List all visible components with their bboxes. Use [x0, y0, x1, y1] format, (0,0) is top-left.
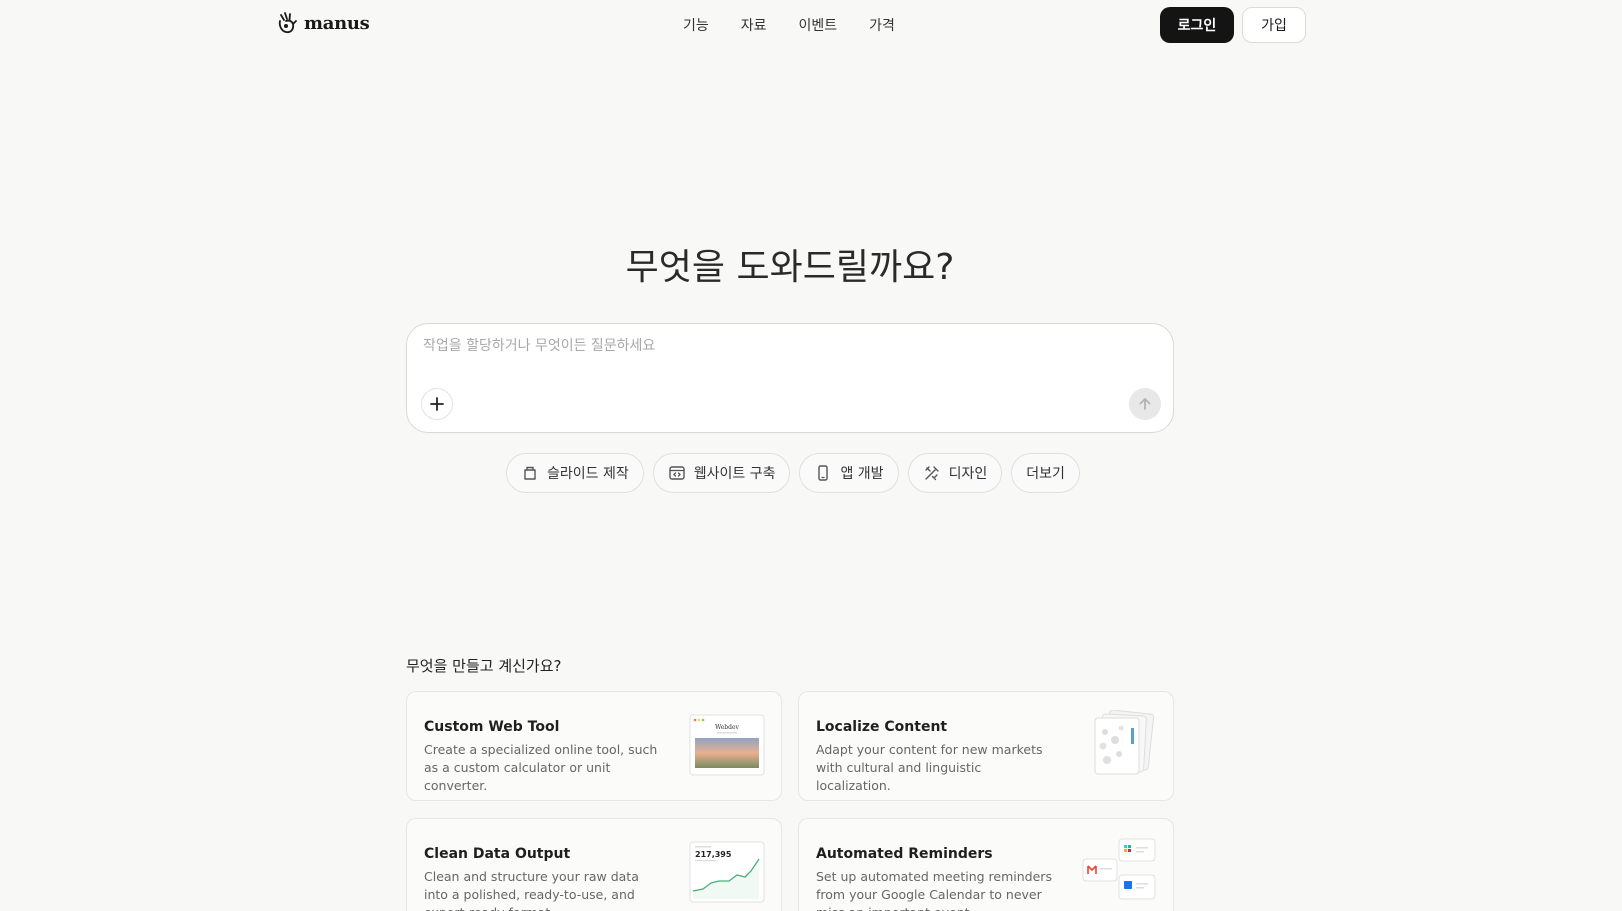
card-custom-web-tool[interactable]: Custom Web Tool Create a specialized onl…	[406, 691, 782, 801]
data-chart-thumbnail: 217,395	[689, 841, 765, 903]
chip-label: 슬라이드 제작	[547, 466, 629, 482]
chip-design[interactable]: 디자인	[907, 453, 1003, 493]
card-description: Adapt your content for new markets with …	[816, 742, 1043, 793]
plus-icon	[430, 397, 444, 411]
localize-thumbnail	[1094, 710, 1155, 775]
arrow-up-icon	[1139, 398, 1151, 410]
task-composer	[406, 323, 1174, 433]
design-icon	[924, 466, 939, 481]
chip-label: 웹사이트 구축	[693, 466, 776, 482]
card-description: Create a specialized online tool, such a…	[424, 742, 658, 793]
chip-label: 앱 개발	[840, 466, 884, 482]
nav-item-events[interactable]: 이벤트	[799, 15, 838, 35]
thumb-value: 217,395	[695, 850, 732, 859]
top-header: manus 기능 자료 이벤트 가격 로그인 가입	[0, 0, 1622, 50]
chip-website[interactable]: 웹사이트 구축	[652, 453, 791, 493]
hero-title: 무엇을 도와드릴까요?	[625, 247, 955, 288]
login-button[interactable]: 로그인	[1160, 7, 1234, 43]
signup-button[interactable]: 가입	[1242, 7, 1306, 43]
manus-hand-icon	[278, 12, 297, 34]
slides-icon	[524, 466, 536, 480]
chip-label: 더보기	[1026, 466, 1065, 482]
quick-action-chips: 슬라이드 제작 웹사이트 구축 앱 개발 디자인 더보기	[506, 453, 1080, 493]
card-automated-reminders[interactable]: Automated Reminders Set up automated mee…	[798, 818, 1174, 911]
thumb-label: Webdev	[715, 724, 739, 731]
send-button[interactable]	[1129, 388, 1161, 420]
card-description: Clean and structure your raw data into a…	[424, 869, 639, 911]
phone-icon	[818, 465, 829, 481]
chip-slides[interactable]: 슬라이드 제작	[506, 453, 644, 493]
card-clean-data-output[interactable]: Clean Data Output Clean and structure yo…	[406, 818, 782, 911]
card-title: Clean Data Output	[424, 846, 571, 862]
section-title: 무엇을 만들고 계신가요?	[406, 657, 562, 675]
chip-more[interactable]: 더보기	[1011, 453, 1080, 493]
task-input[interactable]	[423, 338, 1123, 354]
nav-item-features[interactable]: 기능	[683, 15, 709, 35]
chip-app[interactable]: 앱 개발	[799, 453, 899, 493]
card-localize-content[interactable]: Localize Content Adapt your content for …	[798, 691, 1174, 801]
webdev-thumbnail: Webdev	[689, 714, 765, 776]
nav-item-pricing[interactable]: 가격	[869, 15, 895, 35]
card-title: Localize Content	[816, 719, 948, 735]
logo[interactable]: manus	[276, 11, 370, 35]
main-nav: 기능 자료 이벤트 가격	[683, 15, 895, 35]
chip-label: 디자인	[948, 466, 988, 482]
nav-item-resources[interactable]: 자료	[741, 15, 767, 35]
card-title: Automated Reminders	[816, 846, 993, 862]
card-description: Set up automated meeting reminders from …	[816, 869, 1052, 911]
integrations-thumbnail	[1082, 838, 1156, 900]
card-title: Custom Web Tool	[424, 719, 560, 735]
website-icon	[669, 466, 685, 480]
add-attachment-button[interactable]	[421, 388, 453, 420]
logo-text: manus	[304, 12, 370, 34]
